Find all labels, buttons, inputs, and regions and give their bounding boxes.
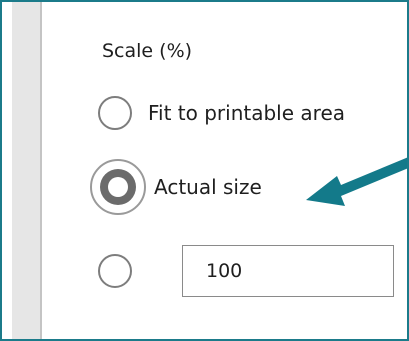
radio-option-actual-size[interactable]: Actual size [90,159,262,215]
radio-label-fit: Fit to printable area [148,101,346,125]
scrollbar-gutter [12,2,42,339]
radio-label-actual-size: Actual size [154,175,262,199]
print-settings-panel: Scale (%) Fit to printable area Actual s… [0,0,409,341]
radio-selected-center [108,177,128,197]
scale-percent-input[interactable] [182,245,394,297]
radio-button-custom-scale[interactable] [98,254,132,288]
arrow-icon [306,157,407,206]
radio-button-actual-size[interactable] [90,159,146,215]
scale-section-title: Scale (%) [102,40,193,62]
radio-button-fit[interactable] [98,96,132,130]
radio-option-fit-to-printable-area[interactable]: Fit to printable area [98,93,345,133]
radio-option-custom-scale[interactable] [98,251,132,291]
